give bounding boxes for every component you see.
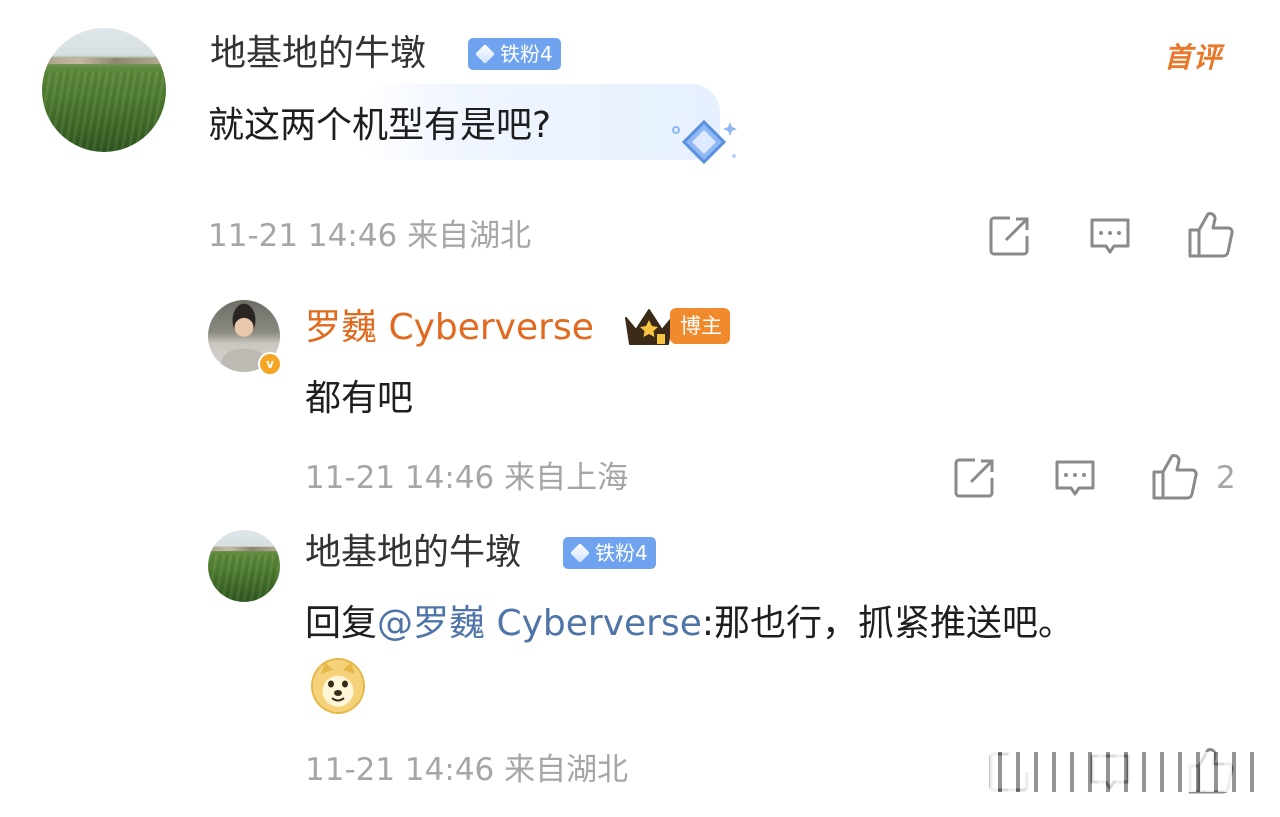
reply-prefix: 回复 [305,603,378,644]
like-count: 2 [1216,460,1236,496]
timestamp-location: 11-21 14:46 来自湖北 [305,752,629,788]
timestamp-location: 11-21 14:46 来自上海 [305,460,629,496]
diamond-icon [475,44,495,64]
comment-icon[interactable] [1088,214,1132,258]
fan-level-badge[interactable]: 铁粉4 [563,537,656,569]
crown-icon [625,309,673,345]
reply-text: 回复@罗巍 Cyberverse:那也行，抓紧推送吧。 [305,604,1074,644]
diamond-icon [570,543,590,563]
reply-body: :那也行，抓紧推送吧。 [701,603,1075,644]
like-icon[interactable] [1186,210,1236,260]
username[interactable]: 地基地的牛墩 [305,533,521,573]
verified-badge-icon: v [258,352,282,376]
comment-text: 就这两个机型有是吧? [208,105,552,146]
share-icon[interactable] [988,214,1032,258]
share-icon[interactable] [953,456,997,500]
timestamp-location: 11-21 14:46 来自湖北 [208,218,532,254]
doge-emoji-icon [311,658,365,714]
username[interactable]: 罗巍 Cyberverse [305,308,594,348]
diamond-decoration-icon [672,119,737,165]
watermark-overlay [990,752,1256,792]
mention-link[interactable]: @罗巍 Cyberverse [377,603,702,644]
comment-icon[interactable] [1053,456,1097,500]
comment-text: 都有吧 [305,378,414,419]
fan-level-badge[interactable]: 铁粉4 [468,38,561,70]
fan-badge-label: 铁粉4 [500,42,553,66]
avatar[interactable] [42,28,166,152]
like-icon[interactable] [1150,452,1200,502]
fan-badge-label: 铁粉4 [595,541,648,565]
host-badge: 博主 [670,308,730,344]
username[interactable]: 地基地的牛墩 [210,34,426,74]
first-comment-badge: 首评 [1164,41,1223,74]
avatar[interactable] [208,530,280,602]
